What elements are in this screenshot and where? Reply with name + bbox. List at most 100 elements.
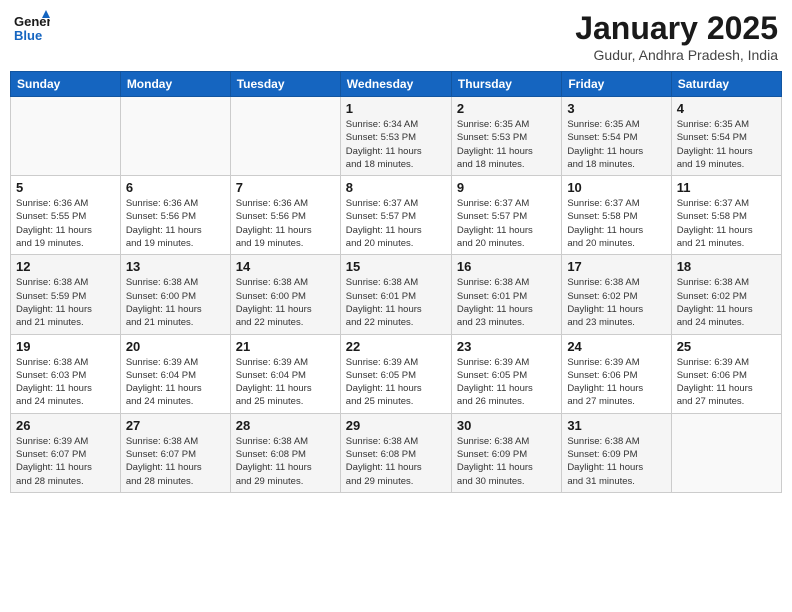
calendar-cell: 7 Sunrise: 6:36 AM Sunset: 5:56 PM Daylig… <box>230 176 340 255</box>
day-number: 5 <box>16 180 115 195</box>
day-number: 30 <box>457 418 556 433</box>
day-number: 12 <box>16 259 115 274</box>
calendar-week-row: 12 Sunrise: 6:38 AM Sunset: 5:59 PM Dayli… <box>11 255 782 334</box>
weekday-header: Tuesday <box>230 72 340 97</box>
day-number: 11 <box>677 180 776 195</box>
day-info: Sunrise: 6:36 AM Sunset: 5:56 PM Dayligh… <box>236 197 335 250</box>
day-info: Sunrise: 6:35 AM Sunset: 5:54 PM Dayligh… <box>567 118 665 171</box>
calendar-cell: 6 Sunrise: 6:36 AM Sunset: 5:56 PM Daylig… <box>120 176 230 255</box>
day-number: 28 <box>236 418 335 433</box>
calendar-cell: 15 Sunrise: 6:38 AM Sunset: 6:01 PM Dayli… <box>340 255 451 334</box>
calendar-cell: 23 Sunrise: 6:39 AM Sunset: 6:05 PM Dayli… <box>451 334 561 413</box>
calendar-cell <box>11 97 121 176</box>
calendar-cell: 29 Sunrise: 6:38 AM Sunset: 6:08 PM Dayli… <box>340 413 451 492</box>
day-number: 31 <box>567 418 665 433</box>
calendar-cell: 20 Sunrise: 6:39 AM Sunset: 6:04 PM Dayli… <box>120 334 230 413</box>
calendar-cell: 13Sunrise: 6:38 AM Sunset: 6:00 PM Dayli… <box>120 255 230 334</box>
weekday-header: Thursday <box>451 72 561 97</box>
day-info: Sunrise: 6:36 AM Sunset: 5:55 PM Dayligh… <box>16 197 115 250</box>
day-number: 29 <box>346 418 446 433</box>
calendar-cell <box>671 413 781 492</box>
day-info: Sunrise: 6:38 AM Sunset: 6:07 PM Dayligh… <box>126 435 225 488</box>
day-info: Sunrise: 6:39 AM Sunset: 6:05 PM Dayligh… <box>457 356 556 409</box>
weekday-header: Friday <box>562 72 671 97</box>
calendar-cell: 28Sunrise: 6:38 AM Sunset: 6:08 PM Dayli… <box>230 413 340 492</box>
weekday-header: Wednesday <box>340 72 451 97</box>
day-number: 23 <box>457 339 556 354</box>
day-info: Sunrise: 6:38 AM Sunset: 6:00 PM Dayligh… <box>236 276 335 329</box>
day-info: Sunrise: 6:38 AM Sunset: 6:09 PM Dayligh… <box>457 435 556 488</box>
calendar-cell: 27Sunrise: 6:38 AM Sunset: 6:07 PM Dayli… <box>120 413 230 492</box>
location-subtitle: Gudur, Andhra Pradesh, India <box>575 47 778 63</box>
calendar-cell: 3 Sunrise: 6:35 AM Sunset: 5:54 PM Daylig… <box>562 97 671 176</box>
day-number: 19 <box>16 339 115 354</box>
day-number: 25 <box>677 339 776 354</box>
weekday-header: Saturday <box>671 72 781 97</box>
page-header: General Blue January 2025 Gudur, Andhra … <box>10 10 782 63</box>
calendar-cell: 5 Sunrise: 6:36 AM Sunset: 5:55 PM Daylig… <box>11 176 121 255</box>
calendar-cell: 12 Sunrise: 6:38 AM Sunset: 5:59 PM Dayli… <box>11 255 121 334</box>
weekday-header: Monday <box>120 72 230 97</box>
weekday-header: Sunday <box>11 72 121 97</box>
calendar-week-row: 1Sunrise: 6:34 AM Sunset: 5:53 PM Daylig… <box>11 97 782 176</box>
day-info: Sunrise: 6:38 AM Sunset: 6:02 PM Dayligh… <box>677 276 776 329</box>
day-number: 21 <box>236 339 335 354</box>
logo: General Blue <box>14 10 50 46</box>
day-number: 16 <box>457 259 556 274</box>
title-block: January 2025 Gudur, Andhra Pradesh, Indi… <box>575 10 778 63</box>
day-number: 3 <box>567 101 665 116</box>
day-info: Sunrise: 6:36 AM Sunset: 5:56 PM Dayligh… <box>126 197 225 250</box>
day-info: Sunrise: 6:39 AM Sunset: 6:04 PM Dayligh… <box>126 356 225 409</box>
calendar-cell: 14 Sunrise: 6:38 AM Sunset: 6:00 PM Dayli… <box>230 255 340 334</box>
calendar-cell: 4Sunrise: 6:35 AM Sunset: 5:54 PM Daylig… <box>671 97 781 176</box>
day-number: 4 <box>677 101 776 116</box>
day-info: Sunrise: 6:39 AM Sunset: 6:06 PM Dayligh… <box>567 356 665 409</box>
calendar-cell: 31 Sunrise: 6:38 AM Sunset: 6:09 PM Dayli… <box>562 413 671 492</box>
day-number: 20 <box>126 339 225 354</box>
svg-text:Blue: Blue <box>14 28 42 43</box>
logo-icon: General Blue <box>14 10 50 46</box>
calendar-week-row: 5 Sunrise: 6:36 AM Sunset: 5:55 PM Daylig… <box>11 176 782 255</box>
calendar-cell: 22Sunrise: 6:39 AM Sunset: 6:05 PM Dayli… <box>340 334 451 413</box>
day-number: 14 <box>236 259 335 274</box>
day-info: Sunrise: 6:39 AM Sunset: 6:07 PM Dayligh… <box>16 435 115 488</box>
day-number: 26 <box>16 418 115 433</box>
day-info: Sunrise: 6:38 AM Sunset: 6:09 PM Dayligh… <box>567 435 665 488</box>
day-info: Sunrise: 6:38 AM Sunset: 6:08 PM Dayligh… <box>346 435 446 488</box>
calendar-cell: 17 Sunrise: 6:38 AM Sunset: 6:02 PM Dayli… <box>562 255 671 334</box>
calendar-cell: 10 Sunrise: 6:37 AM Sunset: 5:58 PM Dayli… <box>562 176 671 255</box>
calendar-cell: 16Sunrise: 6:38 AM Sunset: 6:01 PM Dayli… <box>451 255 561 334</box>
month-title: January 2025 <box>575 10 778 47</box>
day-number: 15 <box>346 259 446 274</box>
calendar-table: SundayMondayTuesdayWednesdayThursdayFrid… <box>10 71 782 493</box>
calendar-cell: 30 Sunrise: 6:38 AM Sunset: 6:09 PM Dayli… <box>451 413 561 492</box>
day-info: Sunrise: 6:39 AM Sunset: 6:06 PM Dayligh… <box>677 356 776 409</box>
day-number: 6 <box>126 180 225 195</box>
day-info: Sunrise: 6:38 AM Sunset: 6:02 PM Dayligh… <box>567 276 665 329</box>
calendar-week-row: 19Sunrise: 6:38 AM Sunset: 6:03 PM Dayli… <box>11 334 782 413</box>
calendar-cell: 25 Sunrise: 6:39 AM Sunset: 6:06 PM Dayli… <box>671 334 781 413</box>
day-info: Sunrise: 6:39 AM Sunset: 6:04 PM Dayligh… <box>236 356 335 409</box>
calendar-cell: 8Sunrise: 6:37 AM Sunset: 5:57 PM Daylig… <box>340 176 451 255</box>
day-number: 7 <box>236 180 335 195</box>
day-info: Sunrise: 6:38 AM Sunset: 6:01 PM Dayligh… <box>346 276 446 329</box>
day-number: 10 <box>567 180 665 195</box>
day-number: 9 <box>457 180 556 195</box>
calendar-cell: 26 Sunrise: 6:39 AM Sunset: 6:07 PM Dayli… <box>11 413 121 492</box>
day-number: 24 <box>567 339 665 354</box>
calendar-cell: 9Sunrise: 6:37 AM Sunset: 5:57 PM Daylig… <box>451 176 561 255</box>
calendar-cell: 11 Sunrise: 6:37 AM Sunset: 5:58 PM Dayli… <box>671 176 781 255</box>
day-number: 18 <box>677 259 776 274</box>
day-info: Sunrise: 6:37 AM Sunset: 5:58 PM Dayligh… <box>677 197 776 250</box>
day-number: 17 <box>567 259 665 274</box>
day-info: Sunrise: 6:37 AM Sunset: 5:58 PM Dayligh… <box>567 197 665 250</box>
day-info: Sunrise: 6:38 AM Sunset: 5:59 PM Dayligh… <box>16 276 115 329</box>
calendar-cell: 21 Sunrise: 6:39 AM Sunset: 6:04 PM Dayli… <box>230 334 340 413</box>
calendar-cell: 24 Sunrise: 6:39 AM Sunset: 6:06 PM Dayli… <box>562 334 671 413</box>
calendar-cell: 2Sunrise: 6:35 AM Sunset: 5:53 PM Daylig… <box>451 97 561 176</box>
day-number: 8 <box>346 180 446 195</box>
day-number: 1 <box>346 101 446 116</box>
day-info: Sunrise: 6:38 AM Sunset: 6:00 PM Dayligh… <box>126 276 225 329</box>
calendar-week-row: 26 Sunrise: 6:39 AM Sunset: 6:07 PM Dayli… <box>11 413 782 492</box>
calendar-cell: 1Sunrise: 6:34 AM Sunset: 5:53 PM Daylig… <box>340 97 451 176</box>
